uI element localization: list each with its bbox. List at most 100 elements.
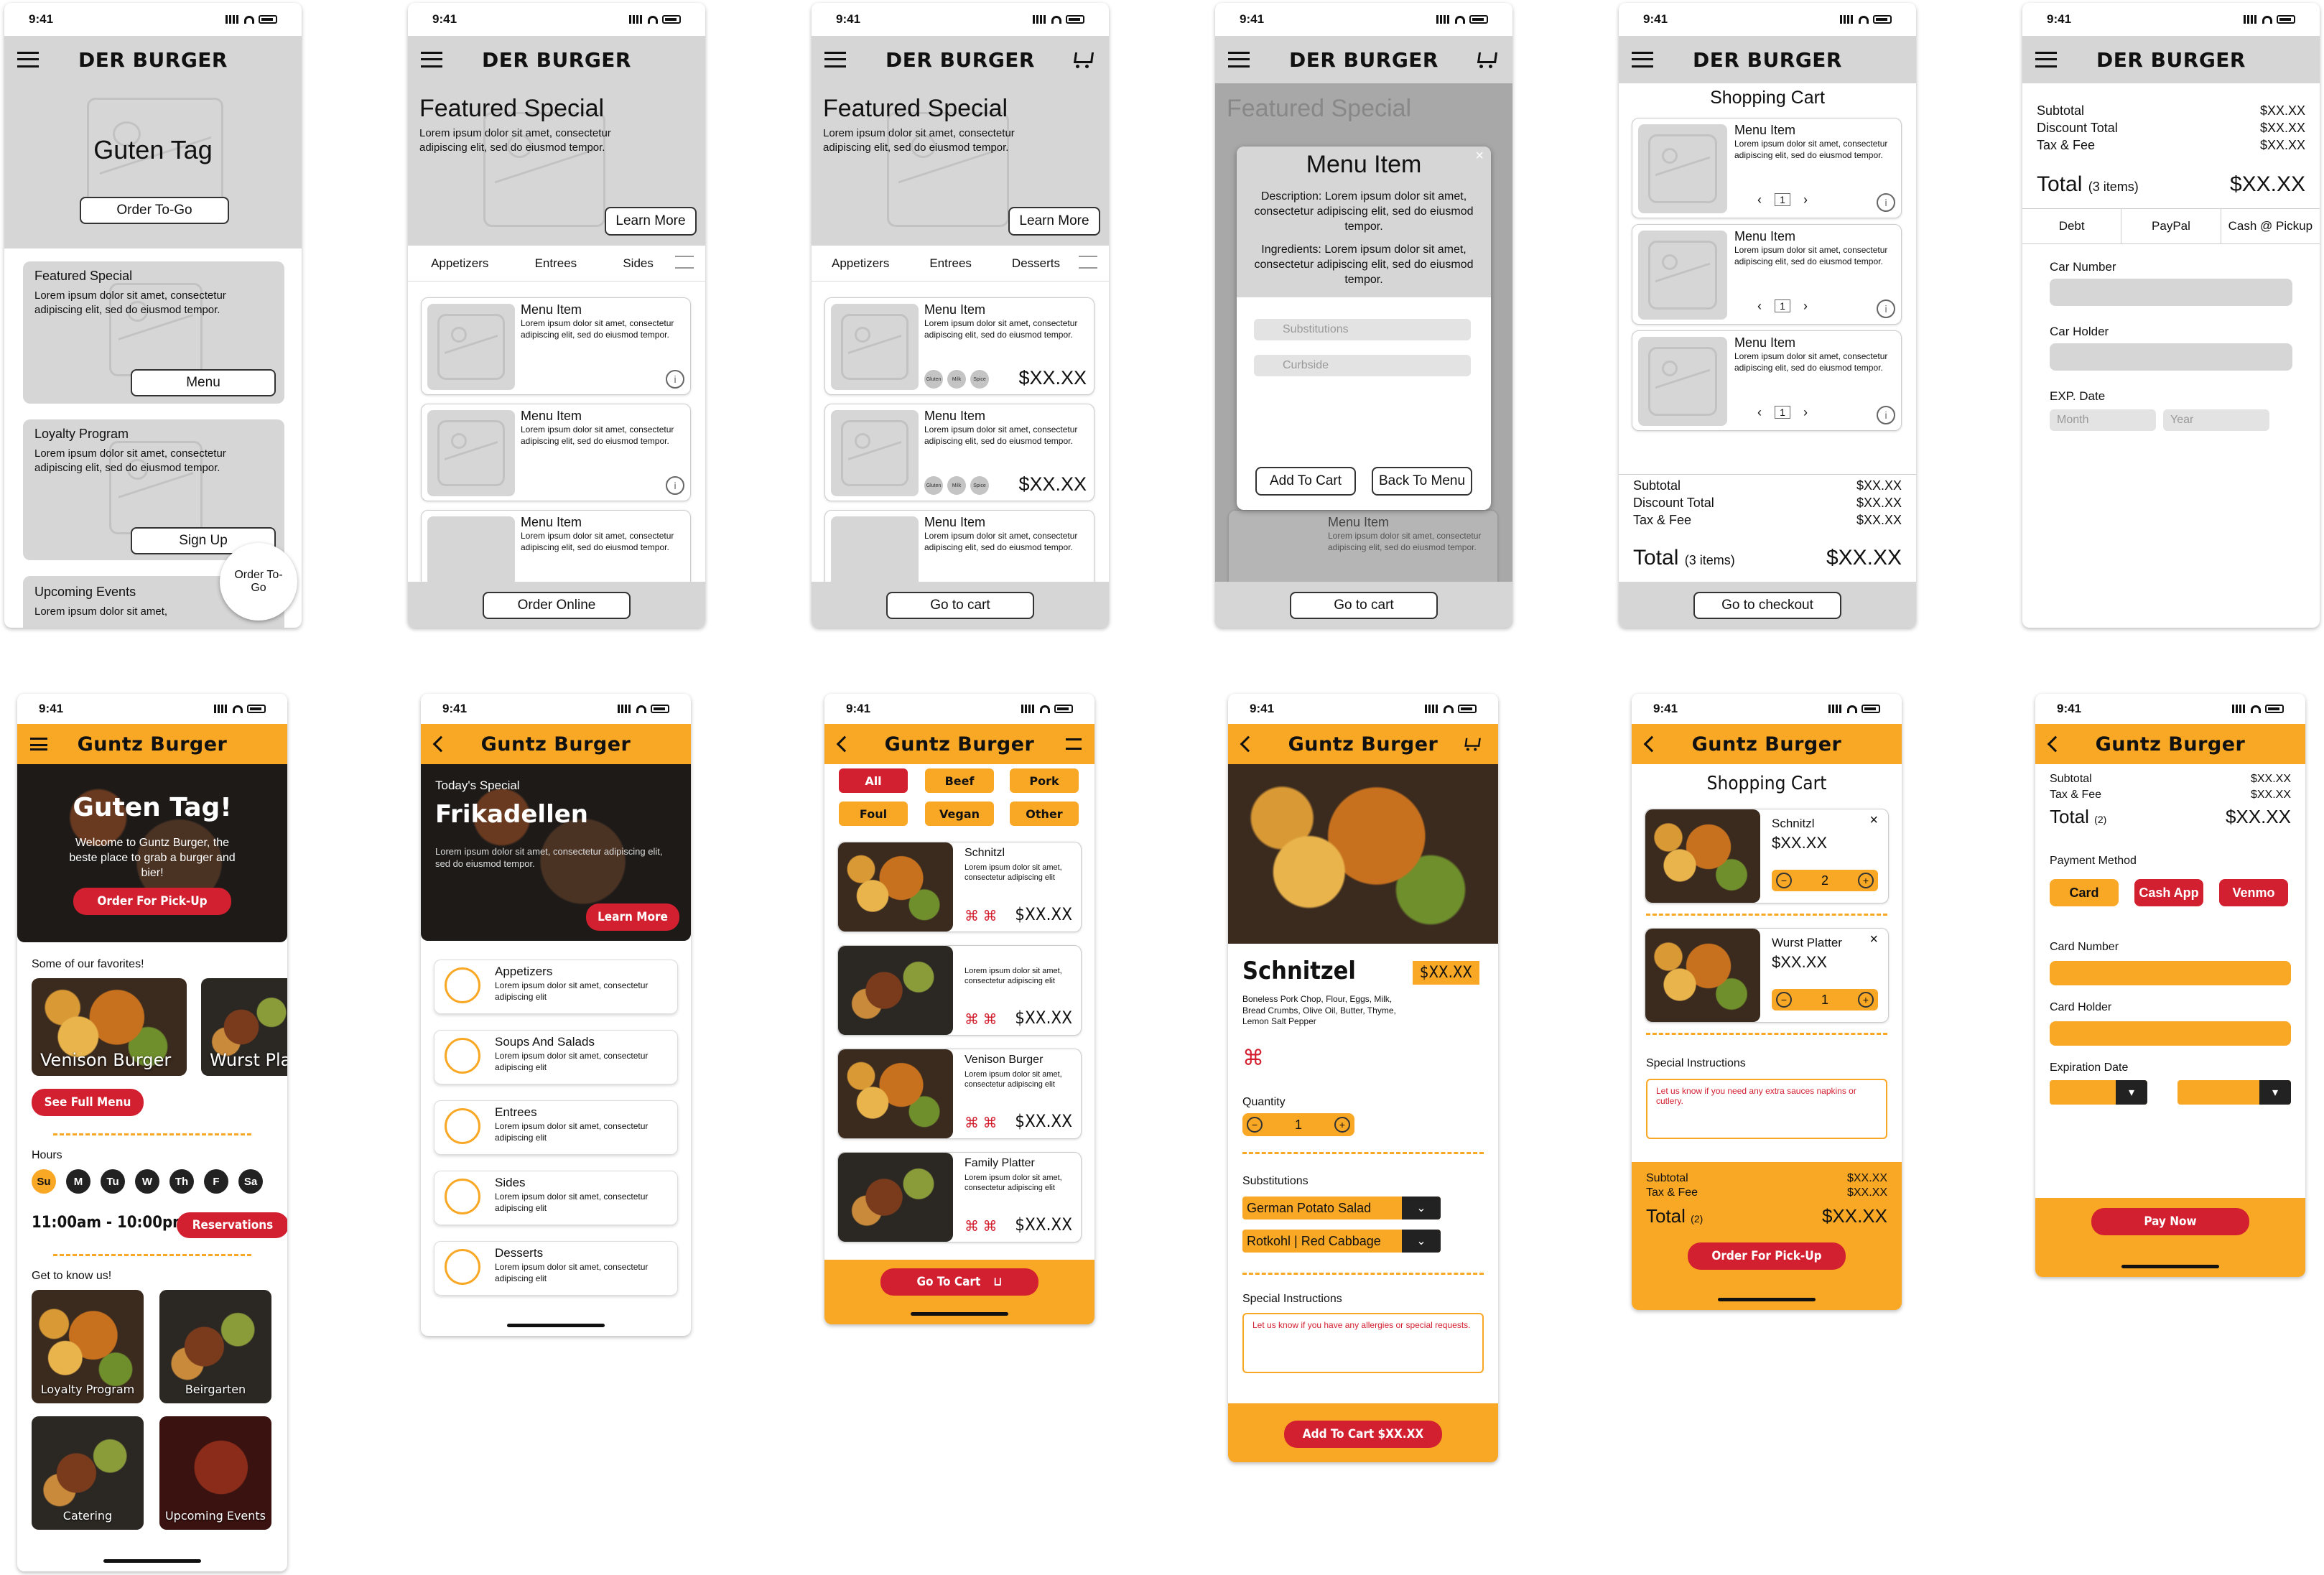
filter-foul[interactable]: Foul — [839, 802, 908, 826]
back-to-menu-button[interactable]: Back To Menu — [1372, 467, 1472, 496]
filter-vegan[interactable]: Vegan — [925, 802, 994, 826]
decrement-icon[interactable]: − — [1776, 992, 1792, 1008]
cart-item-card[interactable]: Menu Item Lorem ipsum dolor sit amet, con… — [1632, 330, 1902, 431]
filter-icon[interactable] — [1079, 256, 1097, 269]
card-holder-field[interactable] — [2050, 343, 2292, 371]
increment-icon[interactable]: + — [1334, 1117, 1350, 1133]
menu-icon[interactable] — [2035, 52, 2057, 68]
tax-label[interactable]: Tax & Fee — [1633, 513, 1691, 528]
increment-icon[interactable]: + — [1857, 873, 1874, 888]
cart-icon[interactable] — [1475, 50, 1497, 68]
cart-item-card[interactable]: Menu Item Lorem ipsum dolor sit amet, con… — [1632, 118, 1902, 218]
tab-entrees[interactable]: Entrees — [535, 256, 577, 271]
info-icon[interactable]: i — [666, 370, 684, 389]
tab-debt[interactable]: Debt — [2022, 209, 2122, 243]
info-icon[interactable]: i — [1877, 193, 1895, 212]
back-icon[interactable] — [2047, 735, 2064, 753]
menu-icon[interactable] — [421, 52, 442, 68]
category-sides[interactable]: Sides Lorem ipsum dolor sit amet, consect… — [434, 1171, 678, 1225]
quantity-stepper[interactable]: ‹ 1 › — [1753, 190, 1812, 209]
tab-entrees[interactable]: Entrees — [929, 256, 972, 271]
menu-icon[interactable] — [1632, 52, 1653, 68]
menu-item-card[interactable]: Menu Item Lorem ipsum dolor sit amet, con… — [824, 404, 1094, 501]
special-instructions-field[interactable]: Let us know if you need any extra sauces… — [1646, 1079, 1887, 1139]
category-soups-and-salads[interactable]: Soups And Salads Lorem ipsum dolor sit am… — [434, 1030, 678, 1084]
quantity-stepper[interactable]: − 1 + — [1772, 989, 1878, 1010]
cash-app-method-button[interactable]: Cash App — [2134, 879, 2203, 906]
quantity-stepper[interactable]: − 2 + — [1772, 870, 1878, 891]
cart-icon[interactable] — [1072, 50, 1093, 68]
favorite-wurst-platter[interactable]: Wurst Plat — [201, 978, 287, 1076]
tab-cash-pickup[interactable]: Cash @ Pickup — [2221, 209, 2320, 243]
menu-item-card[interactable]: Menu Item Lorem ipsum dolor sit amet, con… — [824, 297, 1094, 395]
menu-item-card[interactable]: Lorem ipsum dolor sit amet, consectetur … — [837, 945, 1082, 1036]
order-to-go-button[interactable]: Order To-Go — [80, 197, 229, 224]
increment-icon[interactable]: › — [1803, 405, 1808, 420]
learn-more-button[interactable]: Learn More — [586, 903, 679, 931]
add-to-cart-button[interactable]: Add To Cart $XX.XX — [1284, 1421, 1442, 1448]
go-to-cart-button[interactable]: Go to cart — [886, 592, 1034, 619]
decrement-icon[interactable]: ‹ — [1757, 299, 1762, 314]
cart-item-card[interactable]: Schnitzl × $XX.XX − 2 + — [1645, 809, 1889, 903]
menu-item-card[interactable]: Menu Item Lorem ipsum dolor sit amet, con… — [421, 297, 691, 395]
tile-catering[interactable]: Catering — [32, 1416, 144, 1530]
menu-icon[interactable] — [17, 52, 39, 68]
cart-item-card[interactable]: Menu Item Lorem ipsum dolor sit amet, con… — [1632, 224, 1902, 325]
menu-button[interactable]: Menu — [131, 369, 276, 396]
back-icon[interactable] — [836, 735, 853, 753]
pay-now-button[interactable]: Pay Now — [2091, 1208, 2249, 1235]
menu-item-card[interactable]: Menu Item Lorem ipsum dolor sit amet, con… — [421, 404, 691, 501]
learn-more-button[interactable]: Learn More — [1008, 207, 1100, 236]
tab-appetizers[interactable]: Appetizers — [832, 256, 889, 271]
menu-item-card[interactable]: Family Platter Lorem ipsum dolor sit amet… — [837, 1152, 1082, 1242]
learn-more-button[interactable]: Learn More — [605, 207, 697, 236]
increment-icon[interactable]: › — [1803, 192, 1808, 208]
substitution-select-2[interactable]: Rotkohl | Red Cabbage ⌄ — [1242, 1230, 1441, 1253]
menu-item-card[interactable]: Venison Burger Lorem ipsum dolor sit amet… — [837, 1049, 1082, 1139]
add-to-cart-button[interactable]: Add To Cart — [1255, 467, 1356, 496]
order-pickup-button[interactable]: Order For Pick-Up — [73, 888, 231, 915]
cart-icon[interactable] — [1463, 736, 1480, 751]
remove-icon[interactable]: × — [1869, 812, 1878, 829]
back-icon[interactable] — [1240, 735, 1257, 753]
category-desserts[interactable]: Desserts Lorem ipsum dolor sit amet, cons… — [434, 1241, 678, 1296]
filter-pork[interactable]: Pork — [1010, 768, 1079, 793]
increment-icon[interactable]: + — [1857, 992, 1874, 1008]
menu-item-card[interactable]: Schnitzl Lorem ipsum dolor sit amet, cons… — [837, 842, 1082, 932]
menu-icon[interactable] — [1228, 52, 1250, 68]
info-icon[interactable]: i — [1877, 299, 1895, 318]
year-select[interactable]: ▾ — [2177, 1080, 2291, 1105]
remove-icon[interactable]: × — [1869, 931, 1878, 948]
order-pickup-button[interactable]: Order For Pick-Up — [1688, 1242, 1846, 1270]
see-full-menu-button[interactable]: See Full Menu — [32, 1089, 144, 1116]
favorite-venison-burger[interactable]: Venison Burger — [32, 978, 187, 1076]
card-number-field[interactable] — [2050, 279, 2292, 306]
back-icon[interactable] — [432, 735, 450, 753]
card-method-button[interactable]: Card — [2050, 879, 2119, 906]
curbside-select[interactable]: Curbside — [1254, 355, 1471, 376]
category-appetizers[interactable]: Appetizers Lorem ipsum dolor sit amet, co… — [434, 960, 678, 1014]
decrement-icon[interactable]: − — [1776, 873, 1792, 888]
tab-desserts[interactable]: Desserts — [1012, 256, 1060, 271]
filter-icon[interactable] — [1066, 738, 1082, 750]
filter-other[interactable]: Other — [1010, 802, 1079, 826]
tile-beirgarten[interactable]: Beirgarten — [159, 1290, 271, 1403]
tile-loyalty-program[interactable]: Loyalty Program — [32, 1290, 144, 1403]
card-holder-field[interactable] — [2050, 1021, 2291, 1046]
venmo-method-button[interactable]: Venmo — [2219, 879, 2288, 906]
card-number-field[interactable] — [2050, 961, 2291, 985]
substitution-select-1[interactable]: German Potato Salad ⌄ — [1242, 1197, 1441, 1219]
month-select[interactable]: Month — [2050, 409, 2156, 431]
discount-label[interactable]: Discount Total — [1633, 496, 1714, 511]
tab-paypal[interactable]: PayPal — [2121, 209, 2221, 243]
year-select[interactable]: Year — [2163, 409, 2269, 431]
go-to-cart-button[interactable]: Go to cart — [1290, 592, 1438, 619]
menu-icon[interactable] — [824, 52, 846, 68]
special-instructions-field[interactable]: Let us know if you have any allergies or… — [1242, 1313, 1484, 1373]
category-entrees[interactable]: Entrees Lorem ipsum dolor sit amet, conse… — [434, 1100, 678, 1155]
quantity-stepper[interactable]: ‹ 1 › — [1753, 297, 1812, 315]
tab-sides[interactable]: Sides — [623, 256, 654, 271]
info-icon[interactable]: i — [1877, 406, 1895, 424]
order-fab[interactable]: Order To-Go — [220, 543, 297, 621]
decrement-icon[interactable]: − — [1247, 1117, 1263, 1133]
